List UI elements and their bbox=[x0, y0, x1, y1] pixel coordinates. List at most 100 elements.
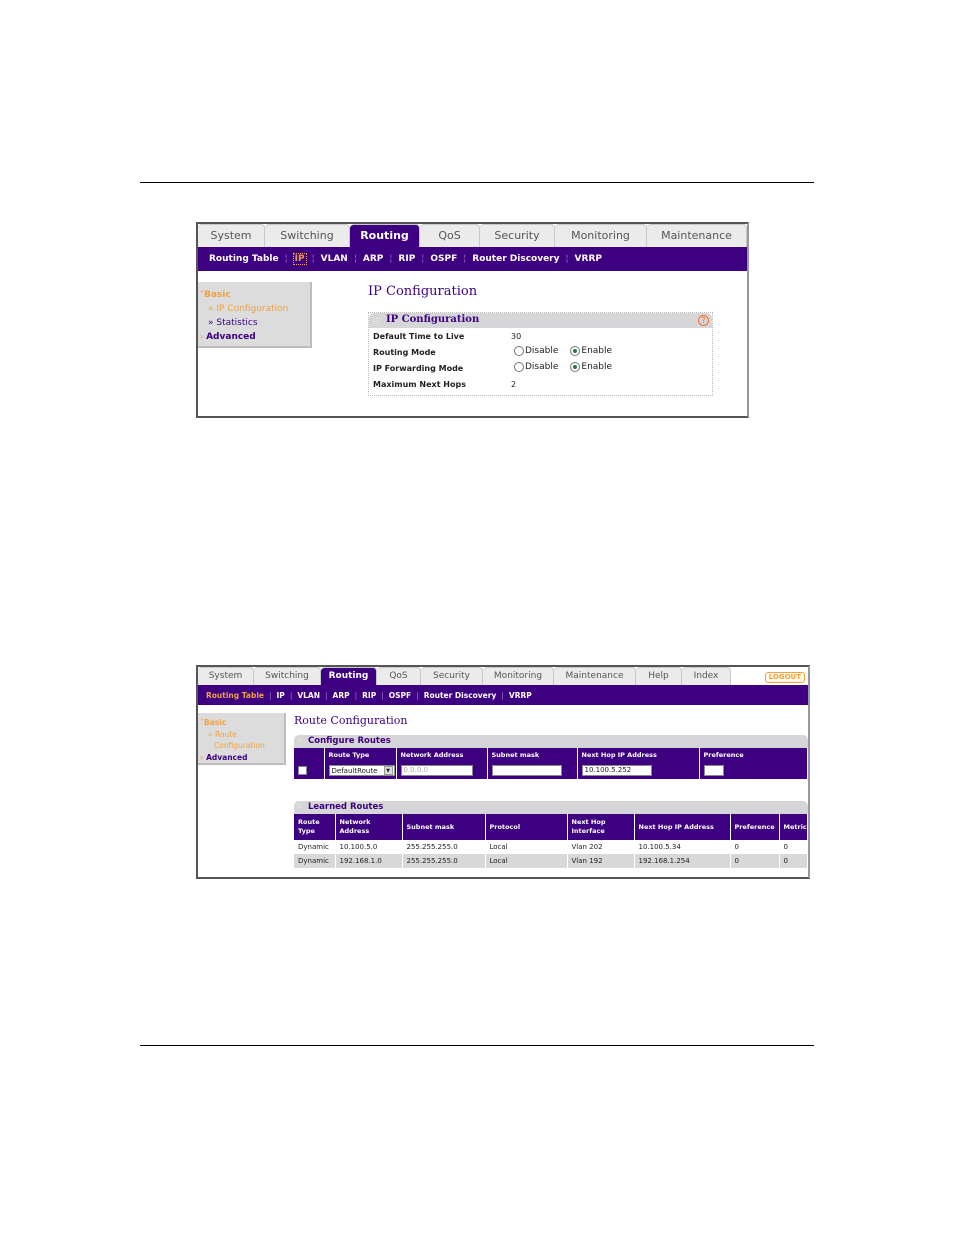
sidebar-item-statistics[interactable]: » Statistics bbox=[200, 316, 310, 330]
subnav-routing-table[interactable]: Routing Table bbox=[209, 254, 279, 264]
routing-mode-disable-radio[interactable] bbox=[514, 346, 524, 356]
subnav-vlan[interactable]: VLAN bbox=[321, 254, 348, 264]
cell-next-hop-ip: 192.168.1.254 bbox=[634, 854, 731, 868]
cell-metric: 0 bbox=[779, 854, 808, 868]
subnav-vlan[interactable]: VLAN bbox=[297, 691, 320, 700]
subnav-arp[interactable]: ARP bbox=[333, 691, 350, 700]
table-row: DefaultRoute ▼ 0.0.0.0 10.100.5.252 bbox=[294, 762, 808, 779]
sidebar-basic[interactable]: ˅Basic bbox=[200, 288, 310, 302]
logout-button[interactable]: LOGOUT bbox=[764, 672, 805, 683]
grip-icon: :: bbox=[373, 315, 379, 324]
separator: | bbox=[501, 690, 504, 700]
subnav-ip[interactable]: IP bbox=[277, 691, 285, 700]
label-max-next-hops: Maximum Next Hops bbox=[373, 380, 466, 389]
column-header-metric: Metric bbox=[779, 814, 808, 840]
section-title: Configure Routes bbox=[308, 736, 391, 746]
configure-routes-header: :: Configure Routes bbox=[294, 735, 808, 748]
network-address-input[interactable]: 0.0.0.0 bbox=[400, 765, 473, 776]
column-header-next-hop-interface: Next Hop Interface bbox=[567, 814, 635, 840]
separator: | bbox=[325, 690, 328, 700]
subnet-mask-input[interactable] bbox=[491, 765, 562, 776]
ip-forwarding-enable-radio[interactable] bbox=[570, 362, 581, 372]
ip-forwarding-disable-radio[interactable] bbox=[514, 362, 524, 372]
tab-security[interactable]: Security bbox=[480, 224, 555, 247]
panel-title: IP Configuration bbox=[386, 314, 480, 325]
subnav-rip[interactable]: RIP bbox=[398, 254, 415, 264]
column-header-select bbox=[294, 748, 325, 762]
column-header-subnet-mask: Subnet mask bbox=[487, 748, 578, 762]
page-title: IP Configuration bbox=[368, 284, 478, 299]
cell-preference: 0 bbox=[730, 840, 780, 854]
sidebar-basic[interactable]: ˅Basic bbox=[200, 717, 284, 729]
tab-switching[interactable]: Switching bbox=[254, 667, 321, 685]
row-select-checkbox[interactable] bbox=[298, 766, 307, 775]
tab-help[interactable]: Help bbox=[636, 667, 682, 685]
label-ip-forwarding-mode: IP Forwarding Mode bbox=[373, 364, 464, 373]
cell-network-address: 10.100.5.0 bbox=[335, 840, 403, 854]
cell-next-hop-interface: Vlan 202 bbox=[567, 840, 635, 854]
tab-switching[interactable]: Switching bbox=[265, 224, 350, 247]
sidebar-advanced[interactable]: › Advanced bbox=[200, 330, 310, 344]
subnav-router-discovery[interactable]: Router Discovery bbox=[424, 691, 497, 700]
subnav-vrrp[interactable]: VRRP bbox=[575, 254, 602, 264]
main-tabs: System Switching Routing QoS Security Mo… bbox=[198, 224, 747, 247]
tab-system[interactable]: System bbox=[198, 667, 254, 685]
cell-protocol: Local bbox=[485, 840, 568, 854]
next-hop-ip-input[interactable]: 10.100.5.252 bbox=[581, 765, 652, 776]
subnav-arp[interactable]: ARP bbox=[363, 254, 384, 264]
cell-route-type: Dynamic bbox=[294, 840, 336, 854]
cell-next-hop-interface: Vlan 192 bbox=[567, 854, 635, 868]
subnav-rip[interactable]: RIP bbox=[362, 691, 376, 700]
table-row: Dynamic 10.100.5.0 255.255.255.0 Local V… bbox=[294, 840, 808, 854]
table-header-row: Route Type Network Address Subnet mask N… bbox=[294, 748, 808, 762]
row-routing-mode: Routing Mode Disable Enable bbox=[369, 344, 712, 360]
route-type-select[interactable]: DefaultRoute ▼ bbox=[328, 765, 395, 776]
tab-maintenance[interactable]: Maintenance bbox=[554, 667, 636, 685]
subnav-routing-table[interactable]: Routing Table bbox=[206, 691, 264, 700]
side-menu: ˅Basic » IP Configuration » Statistics ›… bbox=[198, 282, 312, 348]
sidebar-advanced[interactable]: › Advanced bbox=[200, 752, 284, 764]
radio-label: Enable bbox=[581, 346, 613, 356]
tab-routing[interactable]: Routing bbox=[350, 224, 420, 247]
tab-qos[interactable]: QoS bbox=[420, 224, 480, 247]
tab-qos[interactable]: QoS bbox=[377, 667, 421, 685]
routing-mode-enable-radio[interactable] bbox=[570, 346, 581, 356]
help-icon[interactable]: ? bbox=[698, 315, 709, 326]
separator: | bbox=[416, 690, 419, 700]
tab-monitoring[interactable]: Monitoring bbox=[483, 667, 554, 685]
column-header-next-hop-ip: Next Hop IP Address bbox=[634, 814, 731, 840]
separator: ¦ bbox=[565, 254, 569, 264]
row-ip-forwarding-mode: IP Forwarding Mode Disable Enable bbox=[369, 360, 712, 376]
tab-security[interactable]: Security bbox=[421, 667, 483, 685]
ip-configuration-panel: :: IP Configuration ? Default Time to Li… bbox=[368, 312, 713, 396]
cell-protocol: Local bbox=[485, 854, 568, 868]
sidebar-item-ip-configuration[interactable]: » IP Configuration bbox=[200, 302, 310, 316]
tab-index[interactable]: Index bbox=[682, 667, 731, 685]
cell-preference: 0 bbox=[730, 854, 780, 868]
preference-input[interactable] bbox=[703, 765, 724, 776]
subnav-router-discovery[interactable]: Router Discovery bbox=[472, 254, 559, 264]
tab-maintenance[interactable]: Maintenance bbox=[647, 224, 747, 247]
column-header-subnet-mask: Subnet mask bbox=[402, 814, 486, 840]
sidebar-item-route-configuration-cont[interactable]: Configuration bbox=[200, 740, 284, 752]
separator: | bbox=[289, 690, 293, 700]
separator: | bbox=[381, 690, 384, 700]
cell-next-hop-ip: 10.100.5.34 bbox=[634, 840, 731, 854]
tab-monitoring[interactable]: Monitoring bbox=[555, 224, 647, 247]
subnav-ospf[interactable]: OSPF bbox=[389, 691, 411, 700]
cell-subnet-mask: 255.255.255.0 bbox=[402, 854, 486, 868]
tab-routing[interactable]: Routing bbox=[321, 667, 377, 685]
separator: ¦ bbox=[311, 254, 315, 264]
grip-icon: :: bbox=[297, 802, 302, 810]
ip-configuration-screenshot: System Switching Routing QoS Security Mo… bbox=[196, 222, 749, 418]
subnav-ospf[interactable]: OSPF bbox=[430, 254, 457, 264]
learned-routes-header: :: Learned Routes bbox=[294, 801, 808, 814]
cell-metric: 0 bbox=[779, 840, 808, 854]
page-bottom-rule bbox=[140, 1045, 814, 1046]
radio-label: Enable bbox=[581, 362, 613, 372]
label-default-ttl: Default Time to Live bbox=[373, 332, 465, 341]
tab-system[interactable]: System bbox=[198, 224, 265, 247]
sidebar-item-route-configuration[interactable]: » Route bbox=[200, 729, 284, 741]
subnav-ip[interactable]: IP bbox=[292, 253, 307, 265]
subnav-vrrp[interactable]: VRRP bbox=[509, 691, 532, 700]
